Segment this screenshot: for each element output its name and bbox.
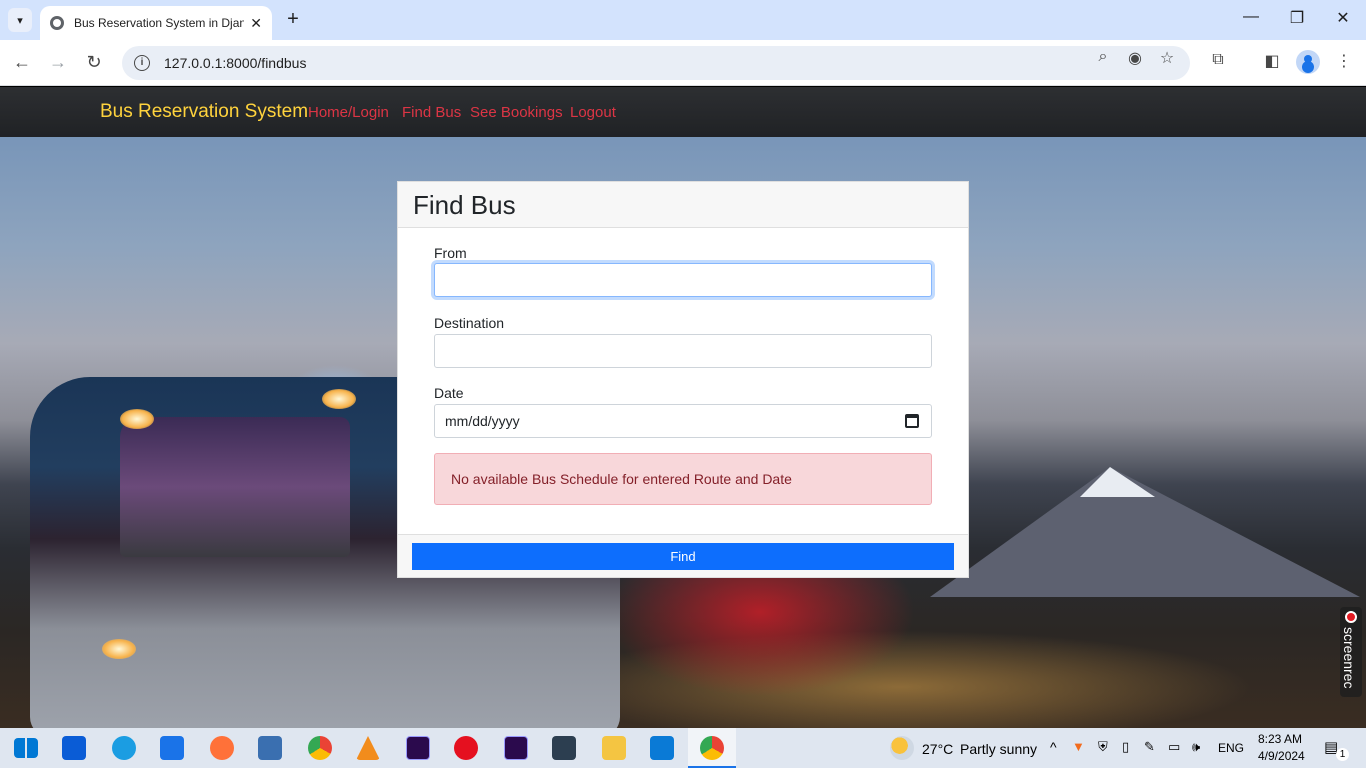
globe-icon: [50, 16, 64, 30]
clock-time[interactable]: 8:23 AM: [1258, 732, 1302, 746]
network-icon[interactable]: ▭: [1168, 739, 1180, 755]
volume-icon[interactable]: 🕪: [1192, 739, 1200, 755]
tab-search-button[interactable]: ▾: [8, 8, 32, 32]
tab-title: Bus Reservation System in Djan: [74, 16, 245, 30]
date-label: Date: [434, 385, 464, 401]
calendar-icon[interactable]: [905, 414, 919, 428]
vscode-icon[interactable]: [650, 736, 674, 760]
media-icon[interactable]: [258, 736, 282, 760]
bus-headlight: [102, 639, 136, 659]
card-header: Find Bus: [398, 182, 968, 228]
pen-icon[interactable]: ✎: [1144, 739, 1155, 755]
close-window-button[interactable]: ✕: [1320, 8, 1366, 28]
bookmark-star-icon[interactable]: ☆: [1156, 48, 1178, 68]
browser-tab-strip: ▾ Bus Reservation System in Djan ✕ + — ❐…: [0, 0, 1366, 40]
browser-tab[interactable]: Bus Reservation System in Djan ✕: [40, 6, 272, 40]
mountain-snow: [1080, 467, 1155, 497]
eye-icon[interactable]: ◉: [1124, 48, 1146, 68]
side-panel-icon[interactable]: ◧: [1260, 51, 1284, 71]
reload-icon[interactable]: ↻: [82, 52, 106, 73]
start-icon[interactable]: [14, 738, 38, 758]
from-input[interactable]: [434, 263, 932, 297]
card-footer: Find: [398, 534, 968, 577]
weather-temp[interactable]: 27°C: [922, 741, 953, 757]
url-text[interactable]: 127.0.0.1:8000/findbus: [164, 55, 306, 71]
bus-top-light: [120, 409, 154, 429]
nav-home-login[interactable]: Home/Login: [308, 104, 389, 121]
after-effects-icon[interactable]: [406, 736, 430, 760]
vlc-icon[interactable]: [356, 736, 380, 760]
site-navbar: Bus Reservation System Home/Login Find B…: [0, 87, 1366, 137]
chrome-icon[interactable]: [308, 736, 332, 760]
extensions-icon[interactable]: ⧉: [1206, 51, 1230, 69]
back-icon[interactable]: ←: [10, 52, 34, 73]
bus-top-light: [322, 389, 356, 409]
restore-button[interactable]: ❐: [1274, 8, 1320, 28]
minimize-button[interactable]: —: [1228, 8, 1274, 26]
no-schedule-alert: No available Bus Schedule for entered Ro…: [434, 453, 932, 505]
zoom-icon[interactable]: ⌕: [1092, 48, 1114, 66]
profile-avatar[interactable]: [1296, 50, 1320, 74]
after-effects-icon[interactable]: [504, 736, 528, 760]
store-icon[interactable]: [62, 736, 86, 760]
clock-date[interactable]: 4/9/2024: [1258, 749, 1305, 763]
record-icon: [1345, 611, 1357, 623]
new-tab-button[interactable]: +: [282, 8, 304, 31]
from-label: From: [434, 245, 467, 261]
windows-taskbar: 27°C Partly sunny ^ ▼ ⛨ ▯ ✎ ▭ 🕪 ENG 8:23…: [0, 728, 1366, 768]
destination-input[interactable]: [434, 334, 932, 368]
opera-icon[interactable]: [454, 736, 478, 760]
mail-icon[interactable]: [160, 736, 184, 760]
edge-icon[interactable]: [112, 736, 136, 760]
brave-icon[interactable]: ▼: [1072, 739, 1085, 754]
date-input[interactable]: mm/dd/yyyy: [434, 404, 932, 438]
nav-find-bus[interactable]: Find Bus: [402, 104, 461, 121]
nav-see-bookings[interactable]: See Bookings: [470, 104, 563, 121]
chevron-up-icon[interactable]: ^: [1050, 739, 1057, 755]
terminal-icon[interactable]: [552, 736, 576, 760]
card-title: Find Bus: [413, 190, 516, 220]
chrome-icon[interactable]: [700, 736, 724, 760]
page-background: Bus Reservation System Home/Login Find B…: [0, 87, 1366, 728]
battery-icon[interactable]: ▯: [1122, 739, 1129, 755]
destination-label: Destination: [434, 315, 505, 331]
site-info-icon[interactable]: i: [134, 55, 150, 71]
browser-toolbar: ← → ↻ i 127.0.0.1:8000/findbus ⌕ ◉ ☆ ⧉ ◧…: [0, 40, 1366, 86]
bus-windshield: [120, 417, 350, 557]
screenrec-label: screenrec: [1341, 627, 1357, 689]
notification-count: 1: [1336, 748, 1349, 761]
shield-icon[interactable]: ⛨: [1098, 739, 1108, 755]
file-explorer-icon[interactable]: [602, 736, 626, 760]
find-button[interactable]: Find: [412, 543, 954, 570]
date-placeholder: mm/dd/yyyy: [445, 413, 520, 429]
weather-text[interactable]: Partly sunny: [960, 741, 1037, 757]
tab-close-icon[interactable]: ✕: [250, 15, 262, 32]
screenrec-widget[interactable]: screenrec: [1340, 607, 1362, 697]
nav-logout[interactable]: Logout: [570, 104, 616, 121]
firefox-icon[interactable]: [210, 736, 234, 760]
address-bar[interactable]: i 127.0.0.1:8000/findbus: [122, 46, 1190, 80]
find-bus-card: Find Bus From Destination Date mm/dd/yyy…: [397, 181, 969, 578]
menu-icon[interactable]: ⋮: [1332, 51, 1356, 71]
brand-link[interactable]: Bus Reservation System: [100, 101, 308, 123]
weather-icon[interactable]: [890, 736, 914, 760]
language-indicator[interactable]: ENG: [1218, 741, 1244, 755]
forward-icon[interactable]: →: [46, 52, 70, 73]
